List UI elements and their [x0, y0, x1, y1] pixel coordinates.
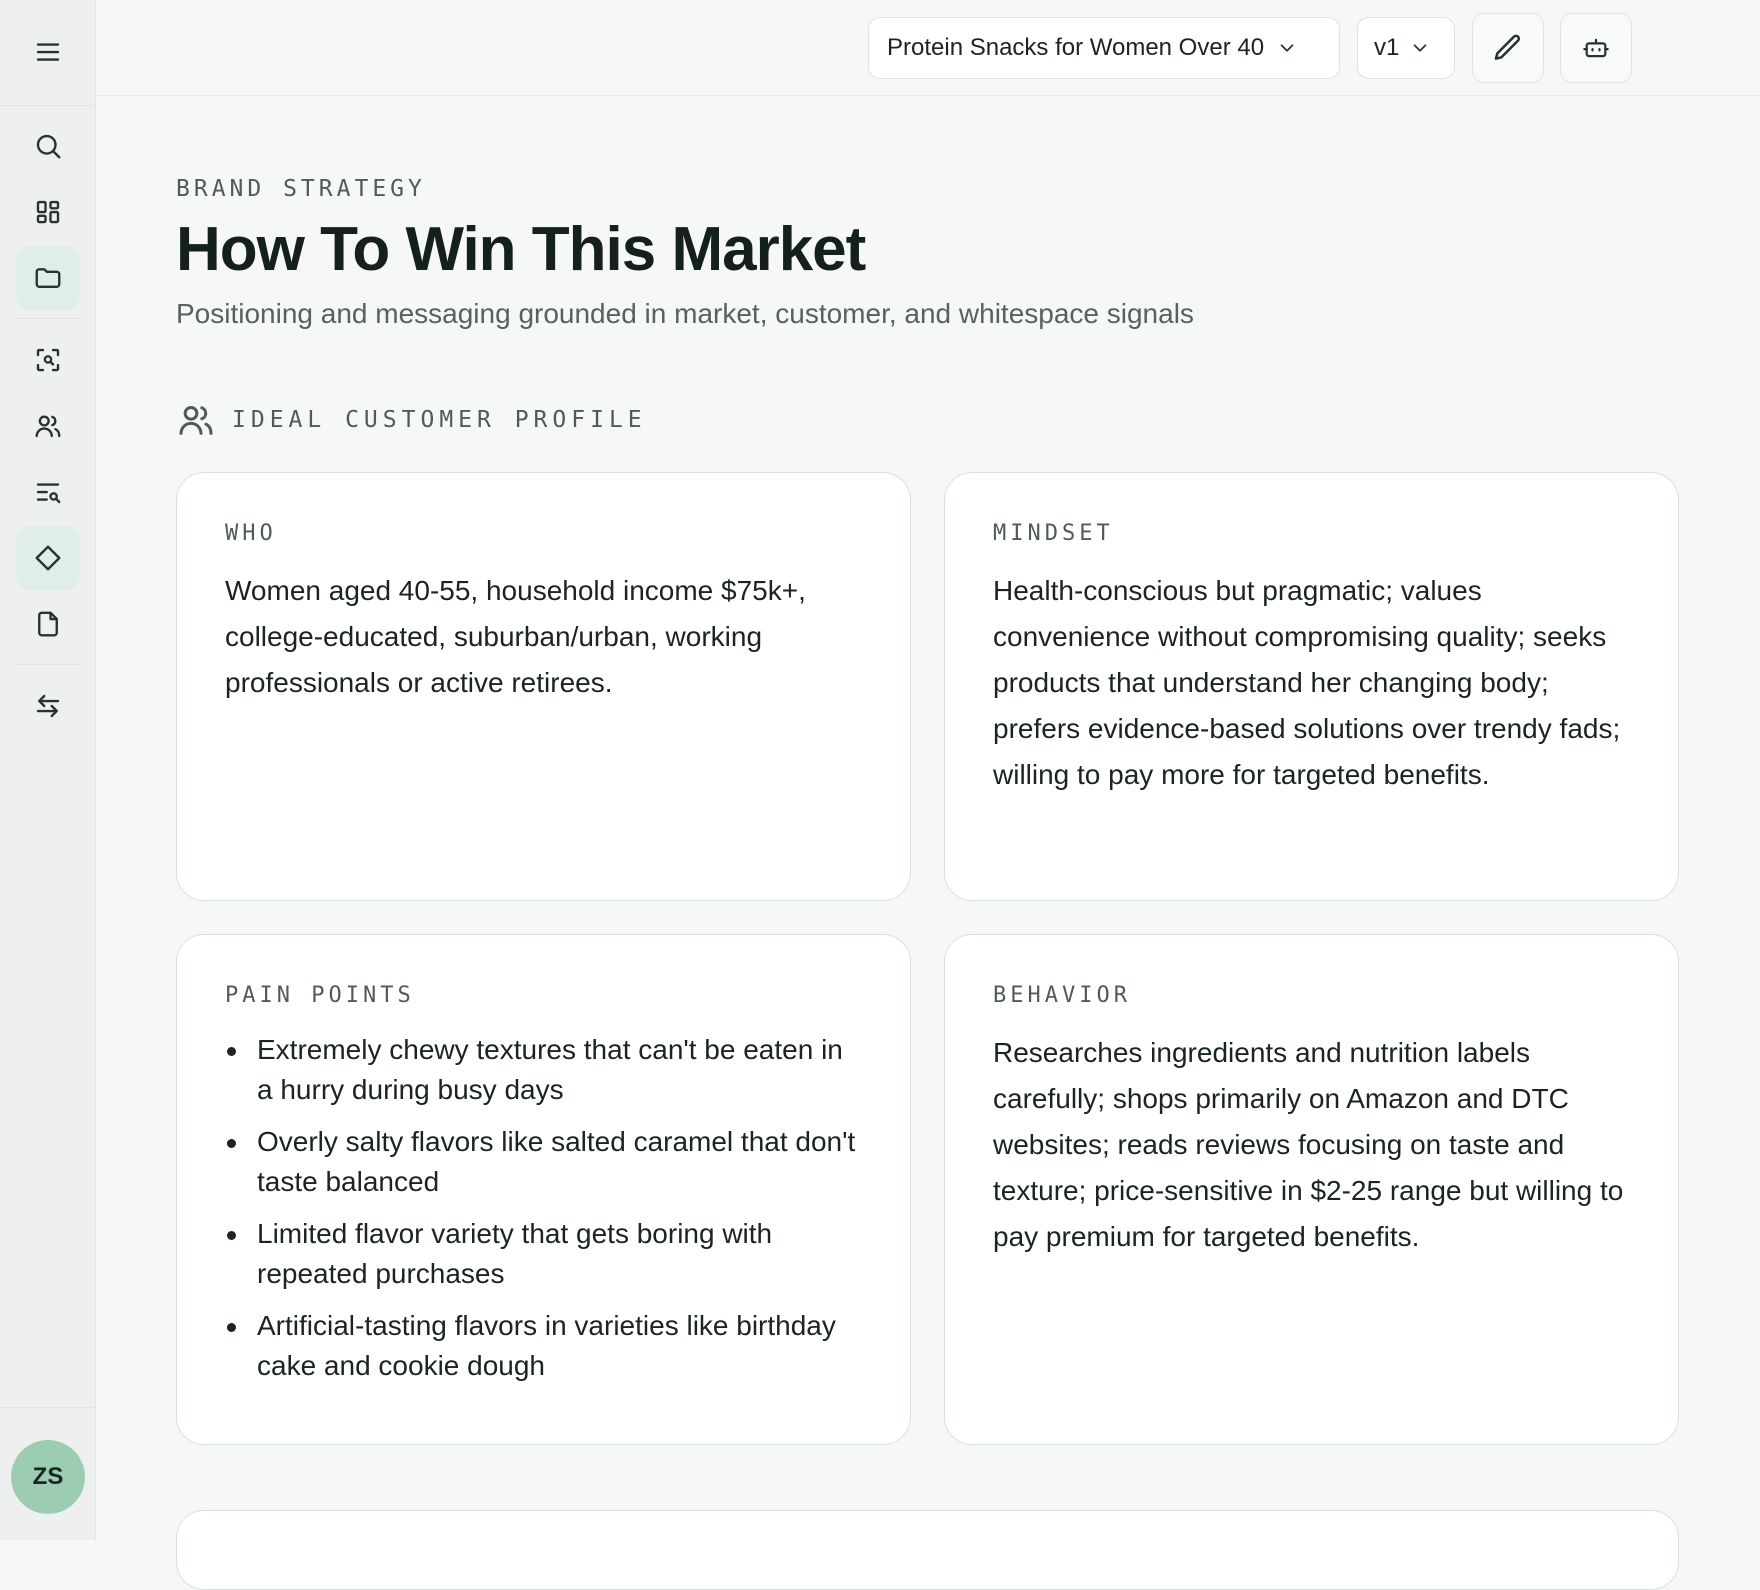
card-label: WHO — [225, 521, 277, 546]
sidebar-item-brand-strategy[interactable] — [16, 526, 80, 590]
card-label: BEHAVIOR — [993, 983, 1131, 1008]
sidebar: ZS — [0, 0, 96, 1540]
next-card — [176, 1510, 1679, 1590]
version-select-value: v1 — [1374, 34, 1400, 61]
dashboard-grid-icon — [36, 200, 60, 224]
pencil-icon — [1494, 34, 1521, 60]
page-eyebrow: BRAND STRATEGY — [176, 176, 426, 202]
chevron-down-icon — [1409, 37, 1431, 59]
folder-icon — [35, 268, 61, 288]
text-search-icon — [36, 483, 61, 504]
avatar[interactable]: ZS — [11, 1440, 85, 1514]
ai-assistant-button[interactable] — [1560, 13, 1632, 83]
sidebar-item-compare[interactable] — [16, 674, 80, 738]
who-card: WHO Women aged 40-55, household income $… — [176, 472, 911, 901]
sidebar-item-customers[interactable] — [16, 394, 80, 458]
sidebar-item-documents[interactable] — [16, 592, 80, 656]
sidebar-item-research[interactable] — [16, 460, 80, 524]
card-label: MINDSET — [993, 521, 1114, 546]
project-select[interactable]: Protein Snacks for Women Over 40 — [868, 17, 1340, 79]
project-select-value: Protein Snacks for Women Over 40 — [887, 34, 1265, 61]
sidebar-item-scan[interactable] — [16, 328, 80, 392]
hamburger-menu-icon — [36, 43, 60, 61]
users-icon — [179, 406, 213, 435]
version-select[interactable]: v1 — [1357, 17, 1455, 79]
chevron-down-icon — [1276, 37, 1298, 59]
behavior-card: BEHAVIOR Researches ingredients and nutr… — [944, 934, 1679, 1445]
card-text: Health-conscious but pragmatic; values c… — [993, 575, 1621, 790]
diamond-icon — [35, 545, 61, 571]
arrows-swap-icon — [36, 694, 60, 718]
card-label: PAIN POINTS — [225, 983, 415, 1008]
search-icon — [36, 134, 61, 159]
pain-points-card: PAIN POINTS Extremely chewy textures tha… — [176, 934, 911, 1445]
page-title: How To Win This Market — [176, 215, 866, 284]
scan-search-icon — [36, 348, 60, 372]
list-item: Limited flavor variety that gets boring … — [225, 1214, 862, 1294]
edit-button[interactable] — [1472, 13, 1544, 83]
sidebar-item-dashboard[interactable] — [16, 180, 80, 244]
section-label: IDEAL CUSTOMER PROFILE — [232, 407, 647, 433]
pain-points-list: Extremely chewy textures that can't be e… — [225, 1030, 862, 1386]
page-subtitle: Positioning and messaging grounded in ma… — [176, 298, 1194, 329]
sidebar-item-search[interactable] — [16, 114, 80, 178]
list-item: Extremely chewy textures that can't be e… — [225, 1030, 862, 1110]
file-icon — [38, 611, 58, 637]
mindset-card: MINDSET Health-conscious but pragmatic; … — [944, 472, 1679, 901]
card-text: Researches ingredients and nutrition lab… — [993, 1037, 1624, 1252]
menu-button[interactable] — [16, 20, 80, 84]
sidebar-item-projects[interactable] — [16, 246, 80, 310]
bot-icon — [1583, 38, 1609, 58]
list-item: Overly salty flavors like salted caramel… — [225, 1122, 862, 1202]
section-header-icp: IDEAL CUSTOMER PROFILE — [176, 400, 647, 440]
users-icon — [35, 415, 61, 438]
card-text: Women aged 40-55, household income $75k+… — [225, 575, 806, 698]
list-item: Artificial-tasting flavors in varieties … — [225, 1306, 862, 1386]
